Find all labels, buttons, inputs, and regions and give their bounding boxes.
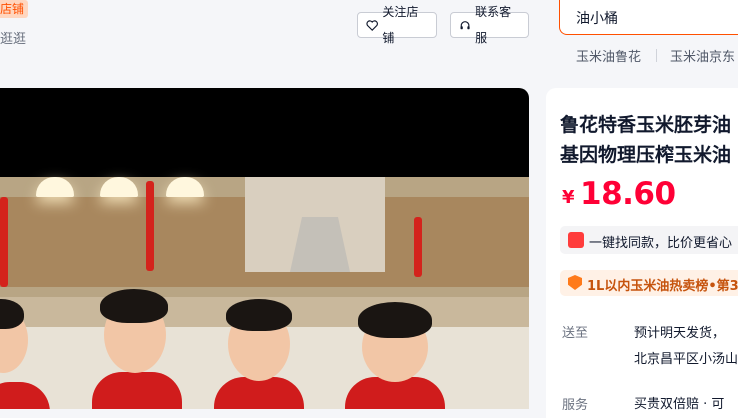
headset-icon bbox=[460, 20, 470, 29]
ranking-text: 1L以内玉米油热卖榜•第3名 bbox=[587, 279, 738, 294]
search-suggestion[interactable]: 玉米油鲁花 bbox=[576, 46, 641, 65]
follow-shop-label: 关注店铺 bbox=[382, 5, 419, 45]
product-price: 18.60 bbox=[580, 176, 676, 212]
follow-shop-button[interactable]: 关注店铺 bbox=[357, 5, 437, 45]
find-same-text: 一键找同款，比价更省心 bbox=[589, 236, 733, 251]
price-currency: ¥ bbox=[562, 187, 575, 208]
product-title: 鲁花特香玉米胚芽油 基因物理压榨玉米油 bbox=[560, 114, 732, 166]
heart-icon bbox=[366, 19, 378, 31]
contact-service-label: 联系客服 bbox=[475, 5, 512, 45]
delivery-label: 送至 bbox=[562, 326, 589, 341]
delivery-estimate: 预计明天发货， bbox=[634, 326, 726, 341]
shop-badge: 店铺 bbox=[0, 0, 29, 18]
video-frame bbox=[0, 177, 529, 409]
search-suggestion[interactable]: 玉米油京东 bbox=[670, 46, 735, 65]
suggestion-divider bbox=[656, 49, 657, 62]
service-label: 服务 bbox=[562, 398, 589, 413]
search-input[interactable]: 油小桶 bbox=[576, 8, 618, 28]
contact-service-button[interactable]: 联系客服 bbox=[450, 5, 529, 45]
product-video[interactable] bbox=[0, 88, 529, 409]
find-same-icon bbox=[568, 232, 584, 248]
service-value: 买贵双倍赔 · 可 bbox=[634, 397, 725, 412]
delivery-address[interactable]: 北京昌平区小汤山 bbox=[634, 348, 738, 367]
browse-link[interactable]: 逛逛 bbox=[0, 28, 26, 47]
